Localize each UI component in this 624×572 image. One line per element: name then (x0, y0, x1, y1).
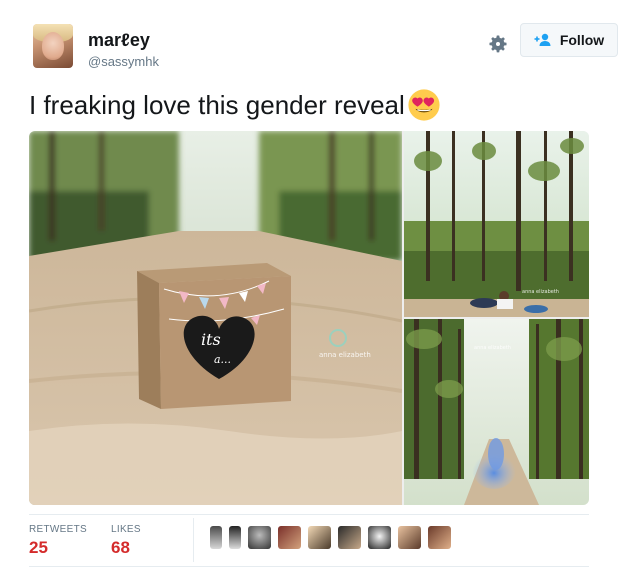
follow-button[interactable]: Follow (520, 23, 618, 57)
watermark-bottom-right: anna elizabeth (474, 345, 511, 351)
watermark-top-right: anna elizabeth (522, 289, 559, 295)
liker-avatar-8[interactable] (398, 526, 421, 549)
follow-label: Follow (559, 32, 605, 48)
gender-reveal-box-photo[interactable]: its a... anna elizabeth (29, 131, 402, 505)
user-avatar[interactable] (33, 24, 73, 68)
liker-avatar-1[interactable] (210, 526, 222, 549)
box-text-line2: a... (214, 353, 231, 366)
likes-label[interactable]: LIKES (111, 524, 141, 535)
liker-avatar-4[interactable] (278, 526, 301, 549)
watermark-main: anna elizabeth (319, 351, 371, 359)
retweets-label[interactable]: RETWEETS (29, 524, 87, 535)
retweets-count[interactable]: 25 (29, 538, 48, 558)
likes-count[interactable]: 68 (111, 538, 130, 558)
add-user-icon (534, 33, 551, 46)
liker-avatar-7[interactable] (368, 526, 391, 549)
tweet-header: marℓey @sassymhk Follow (30, 18, 618, 78)
stats-separator (193, 518, 194, 562)
liker-avatar-6[interactable] (338, 526, 361, 549)
liker-avatar-3[interactable] (248, 526, 271, 549)
heart-eyes-emoji (408, 89, 440, 121)
stats-bottom-divider (29, 566, 589, 567)
user-handle[interactable]: @sassymhk (88, 54, 159, 69)
avatar-face (42, 32, 64, 60)
blue-smoke-reveal-photo[interactable]: anna elizabeth (404, 319, 589, 505)
tweet-text-content: I freaking love this gender reveal (29, 89, 405, 120)
box-text-line1: its (201, 330, 221, 349)
tweet-stats: RETWEETS 25 LIKES 68 (29, 518, 589, 566)
gear-icon[interactable] (487, 33, 509, 55)
tweet-text: I freaking love this gender reveal (29, 88, 441, 122)
liker-avatar-9[interactable] (428, 526, 451, 549)
likers-list (210, 526, 451, 552)
stats-top-divider (29, 514, 589, 515)
media-grid[interactable]: its a... anna elizabeth anna elizabeth a… (29, 131, 589, 505)
liker-avatar-5[interactable] (308, 526, 331, 549)
couple-in-forest-photo[interactable]: anna elizabeth (404, 131, 589, 317)
display-name[interactable]: marℓey (88, 30, 150, 51)
liker-avatar-2[interactable] (229, 526, 241, 549)
